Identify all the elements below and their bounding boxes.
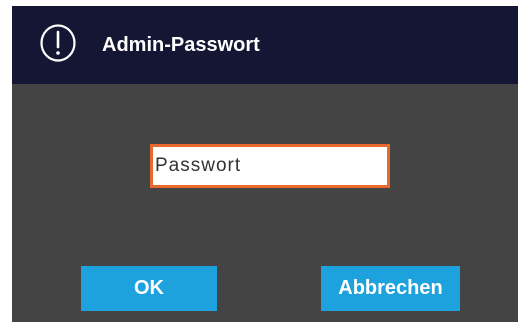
ok-button[interactable]: OK <box>81 266 217 311</box>
password-input[interactable] <box>150 144 390 188</box>
dialog-title: Admin-Passwort <box>102 34 260 56</box>
alert-circle-icon <box>40 24 76 62</box>
admin-password-dialog: Admin-Passwort OK Abbrechen <box>12 6 518 322</box>
cancel-button[interactable]: Abbrechen <box>321 266 460 311</box>
dialog-titlebar: Admin-Passwort <box>12 6 518 84</box>
